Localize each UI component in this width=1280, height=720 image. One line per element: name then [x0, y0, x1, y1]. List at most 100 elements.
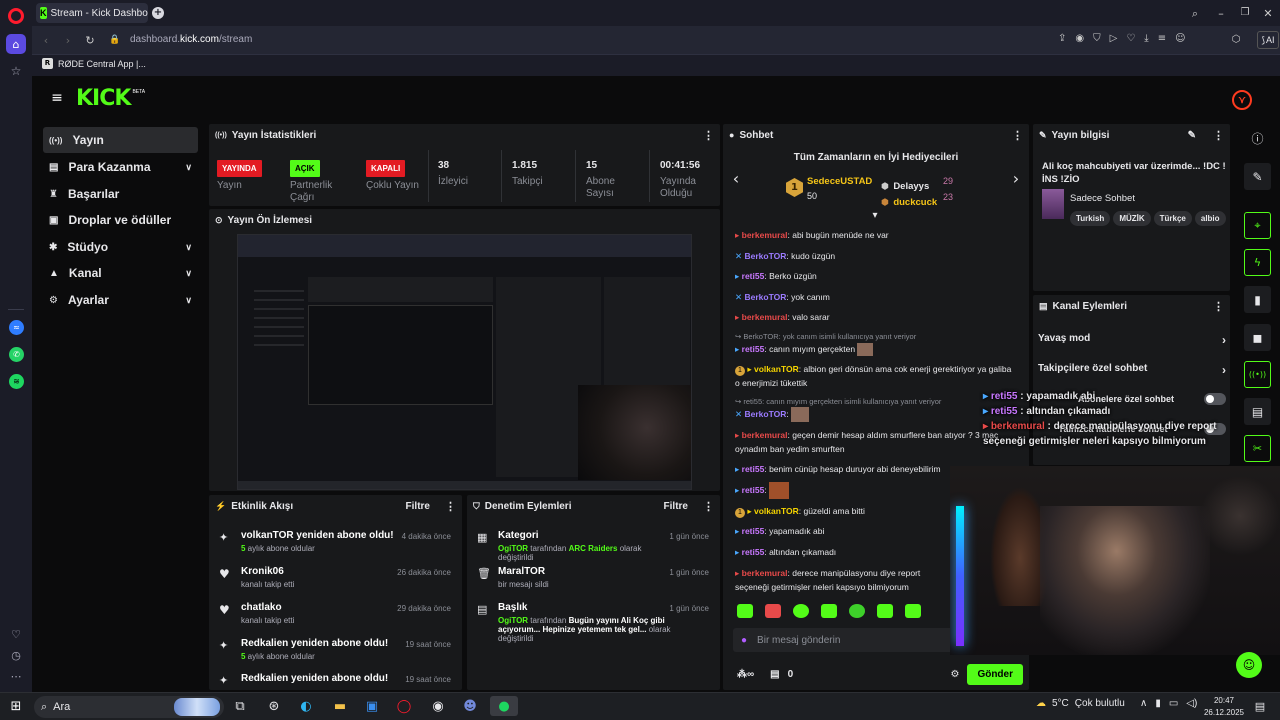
- stream-preview-video[interactable]: [237, 234, 692, 490]
- emote-icon[interactable]: [793, 604, 809, 618]
- new-tab-button[interactable]: +: [152, 7, 164, 19]
- weather-widget[interactable]: ☁ 5°C Çok bulutlu: [1036, 698, 1125, 709]
- chest-icon[interactable]: ▤: [770, 669, 779, 680]
- emote-icon[interactable]: [849, 604, 865, 618]
- chat-user[interactable]: reti55: [742, 485, 765, 495]
- app-icon[interactable]: ⊛: [264, 696, 284, 716]
- tag-pill[interactable]: Türkçe: [1153, 211, 1192, 226]
- emote-icon[interactable]: [905, 604, 921, 618]
- chat-user[interactable]: berkemural: [742, 568, 788, 578]
- url-field[interactable]: dashboard.kick.com/stream: [130, 34, 252, 45]
- user-avatar-icon[interactable]: ⋎: [1232, 90, 1252, 110]
- gifters-prev-icon[interactable]: ‹: [729, 171, 743, 187]
- whatsapp-icon[interactable]: ✆: [9, 347, 24, 362]
- more-menu-icon[interactable]: ⋮: [703, 500, 714, 513]
- nav-kanal[interactable]: ▲ Kanal ∨: [43, 260, 198, 286]
- chat-user[interactable]: berkemural: [742, 430, 788, 440]
- profile-icon[interactable]: ☺: [1175, 33, 1185, 47]
- pencil-icon[interactable]: ✎: [1244, 163, 1271, 190]
- obs-icon[interactable]: ◉: [428, 696, 448, 716]
- shield-icon[interactable]: ⛉: [1093, 33, 1101, 47]
- info-icon[interactable]: ⓘ: [1244, 125, 1271, 152]
- taskbar-search[interactable]: ⌕ Ara: [34, 696, 224, 718]
- discord-icon[interactable]: ☻: [460, 696, 480, 716]
- collapse-icon[interactable]: ▾: [869, 210, 881, 222]
- browser-tab[interactable]: K Stream - Kick Dashboard: [36, 3, 148, 23]
- reload-icon[interactable]: ↻: [83, 33, 97, 47]
- file-explorer-icon[interactable]: ▬: [330, 696, 350, 716]
- heart-icon[interactable]: ♡: [8, 626, 24, 642]
- kick-logo[interactable]: KICK BETA: [76, 86, 145, 111]
- clock[interactable]: 20:47 26.12.2025: [1203, 695, 1245, 719]
- help-fab-icon[interactable]: ☺: [1236, 652, 1262, 678]
- more-menu-icon[interactable]: ⋮: [703, 129, 714, 142]
- camera-icon[interactable]: ◉: [1075, 33, 1084, 47]
- home-icon[interactable]: ⌂: [6, 34, 26, 54]
- menu-icon[interactable]: ≡: [1158, 33, 1166, 47]
- chat-user[interactable]: volkanTOR: [754, 506, 799, 516]
- tag-pill[interactable]: MÜZİK: [1113, 211, 1151, 226]
- tool-icon[interactable]: ✂: [1244, 435, 1271, 462]
- history-icon[interactable]: ◷: [8, 647, 24, 663]
- more-icon[interactable]: ⋯: [8, 668, 24, 684]
- more-menu-icon[interactable]: ⋮: [1213, 300, 1224, 313]
- messenger-icon[interactable]: ≈: [9, 320, 24, 335]
- edge-icon[interactable]: ◐: [296, 696, 316, 716]
- save-icon[interactable]: ▤: [1244, 398, 1271, 425]
- chat-user[interactable]: reti55: [742, 344, 765, 354]
- chat-user[interactable]: berkemural: [742, 230, 788, 240]
- chat-user[interactable]: BerkoTOR: [744, 409, 786, 419]
- moderation-filter-button[interactable]: Filtre: [664, 501, 688, 512]
- close-window-icon[interactable]: ✕: [1261, 6, 1275, 20]
- download-icon[interactable]: ⤓: [1144, 33, 1148, 47]
- chat-icon[interactable]: ◼: [1244, 324, 1271, 351]
- nav-studyo[interactable]: ✱ Stüdyo ∨: [43, 234, 198, 260]
- chat-user[interactable]: volkanTOR: [754, 364, 799, 374]
- tag-pill[interactable]: Turkish: [1070, 211, 1111, 226]
- emote-icon[interactable]: [737, 604, 753, 618]
- emote-icon[interactable]: [765, 604, 781, 618]
- spotify-taskbar-icon[interactable]: ●: [490, 696, 518, 716]
- share-icon[interactable]: ⇪: [1058, 33, 1066, 47]
- nav-para-kazanma[interactable]: ▤ Para Kazanma ∨: [43, 154, 198, 180]
- nav-yayin[interactable]: ((•)) Yayın: [43, 127, 198, 153]
- action-follower-chat[interactable]: Takipçilere özel sohbet ›: [1038, 363, 1226, 377]
- emote-icon[interactable]: [821, 604, 837, 618]
- spotify-icon[interactable]: ≋: [9, 374, 24, 389]
- windows-start-icon[interactable]: ⊞: [8, 698, 24, 714]
- more-menu-icon[interactable]: ⋮: [1213, 129, 1224, 142]
- lightning-icon[interactable]: ϟ: [1244, 249, 1271, 276]
- send-button[interactable]: Gönder: [967, 663, 1023, 685]
- more-menu-icon[interactable]: ⋮: [445, 500, 456, 513]
- bookmark-rode[interactable]: R RØDE Central App |...: [42, 58, 146, 69]
- opera-logo-icon[interactable]: [8, 8, 24, 24]
- task-view-icon[interactable]: ⧉: [230, 696, 250, 716]
- more-menu-icon[interactable]: ⋮: [1012, 129, 1023, 142]
- broadcast-toggle-icon[interactable]: ((•)): [1244, 361, 1271, 388]
- opera-icon[interactable]: ◯: [394, 696, 414, 716]
- network-icon[interactable]: ▭: [1169, 698, 1178, 709]
- tray-chevron-icon[interactable]: ∧: [1140, 698, 1147, 709]
- ai-button[interactable]: ⟆ AI: [1257, 31, 1279, 49]
- chat-user[interactable]: reti55: [742, 271, 765, 281]
- tab-search-icon[interactable]: ⌕: [1188, 6, 1202, 20]
- nav-ayarlar[interactable]: ⚙ Ayarlar ∨: [43, 287, 198, 313]
- chat-user[interactable]: reti55: [742, 526, 765, 536]
- camera-capture-icon[interactable]: ⌖: [1244, 212, 1271, 239]
- document-icon[interactable]: ▮: [1244, 286, 1271, 313]
- settings-icon[interactable]: ⚙: [950, 669, 959, 680]
- back-icon[interactable]: ‹: [39, 33, 53, 47]
- cube-icon[interactable]: ⬡: [1229, 33, 1243, 47]
- chat-user[interactable]: BerkoTOR: [744, 251, 786, 261]
- hamburger-menu-icon[interactable]: ≡: [50, 91, 64, 105]
- play-icon[interactable]: ▷: [1110, 33, 1118, 47]
- tag-pill[interactable]: albio: [1194, 211, 1226, 226]
- heart-outline-icon[interactable]: ♡: [1126, 33, 1135, 47]
- star-icon[interactable]: ☆: [6, 61, 26, 81]
- nav-basarilar[interactable]: ♜ Başarılar: [43, 181, 198, 207]
- nav-droplar[interactable]: ▣ Droplar ve ödüller: [43, 207, 198, 233]
- chat-user[interactable]: BerkoTOR: [744, 292, 786, 302]
- chat-user[interactable]: reti55: [742, 547, 765, 557]
- restore-icon[interactable]: ❐: [1238, 6, 1252, 20]
- volume-icon[interactable]: ◁): [1186, 698, 1197, 709]
